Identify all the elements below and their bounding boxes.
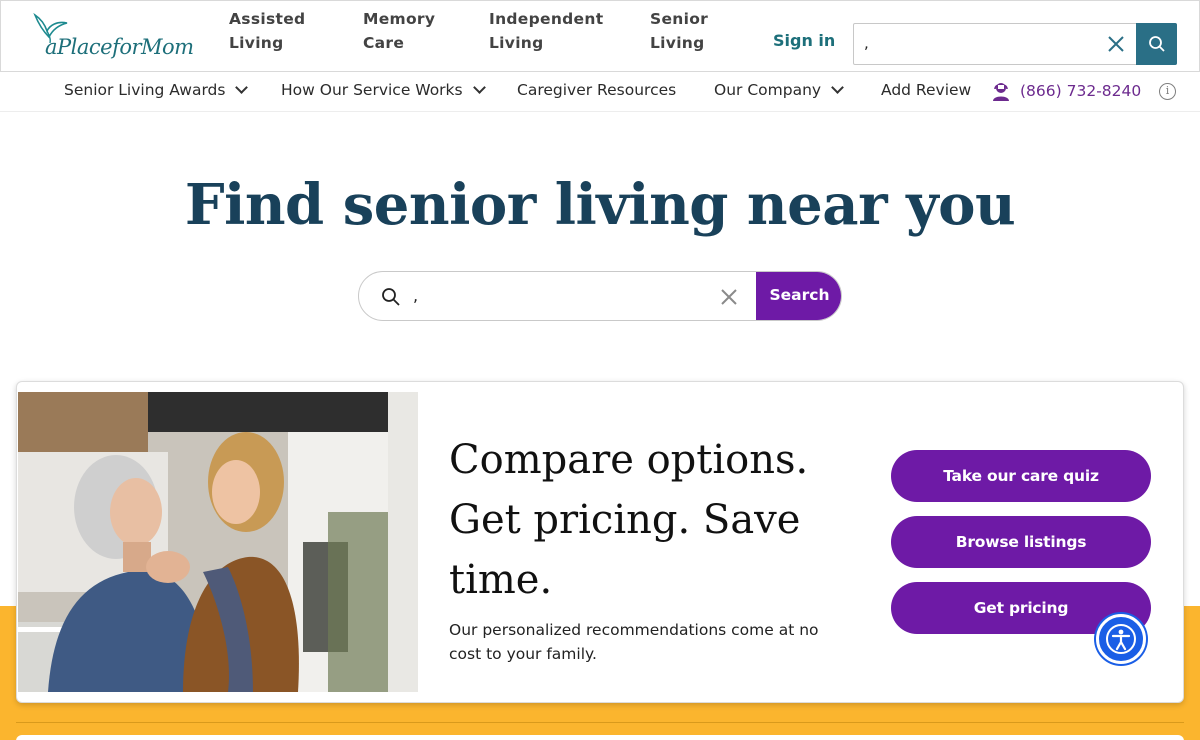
phone-number: (866) 732-8240 [1020,82,1142,100]
accessibility-button[interactable] [1096,614,1146,664]
subnav-senior-living-awards[interactable]: Senior Living Awards [64,81,249,99]
topnav-assisted-living[interactable]: Assisted Living [229,7,305,55]
logo-wordmark: aPlaceforMom [45,35,194,59]
search-icon [1149,36,1165,52]
info-icon[interactable]: i [1159,83,1176,100]
topnav-label-line2: Living [650,34,705,52]
close-icon[interactable] [719,287,739,307]
topnav-label-line1: Assisted [229,10,306,28]
subnav-how-our-service-works[interactable]: How Our Service Works [281,81,486,99]
header-search-input[interactable]: , [864,34,869,52]
chevron-down-icon [831,81,844,94]
topnav-senior-living[interactable]: Senior Living [650,7,708,55]
search-icon [382,288,400,306]
advisor-headset-icon [993,83,1009,101]
header-search-field[interactable]: , [853,23,1177,65]
hero-search-button[interactable]: Search [756,272,841,320]
chevron-down-icon [235,81,249,94]
subnav-label: Caregiver Resources [517,81,677,99]
topnav-independent-living[interactable]: Independent Living [489,7,603,55]
subnav-our-company[interactable]: Our Company [714,81,844,99]
sign-in-link[interactable]: Sign in [773,31,835,50]
topnav-label-line1: Senior [650,10,709,28]
topnav-label-line1: Memory [363,10,436,28]
topnav-label-line1: Independent [489,10,604,28]
site-header: aPlaceforMom Assisted Living Memory Care… [0,0,1200,72]
topnav-label-line2: Care [363,34,405,52]
header-search-button[interactable] [1136,23,1177,65]
promo-heading: Compare options. Get pricing. Save time. [449,437,809,603]
divider [16,722,1184,723]
topnav-label-line2: Living [489,34,544,52]
promo-card: Compare options. Get pricing. Save time.… [16,381,1184,703]
hero-search-input[interactable]: , [413,286,418,305]
two-women-hugging-image [18,392,418,692]
topnav-label-line2: Living [229,34,284,52]
subnav-label: Our Company [714,81,822,99]
next-card-edge [16,735,1184,740]
promo-description: Our personalized recommendations come at… [449,621,819,663]
chevron-down-icon [472,81,486,94]
subnav-label: Add Review [881,81,972,99]
site-logo[interactable]: aPlaceforMom [31,11,194,63]
subnav-add-review[interactable]: Add Review [881,81,971,99]
hero-search-bar[interactable]: , Search [358,271,842,321]
secondary-nav: Senior Living Awards How Our Service Wor… [0,72,1200,112]
take-care-quiz-button[interactable]: Take our care quiz [891,450,1151,502]
subnav-label: Senior Living Awards [64,81,226,99]
topnav-memory-care[interactable]: Memory Care [363,7,435,55]
accessibility-icon [1106,624,1136,654]
subnav-label: How Our Service Works [281,81,463,99]
browse-listings-button[interactable]: Browse listings [891,516,1151,568]
phone-link[interactable]: (866) 732-8240 [990,80,1141,102]
promo-photo [18,392,418,692]
close-icon[interactable] [1106,34,1126,54]
hero-title: Find senior living near you [184,172,1016,238]
subnav-caregiver-resources[interactable]: Caregiver Resources [517,81,676,99]
